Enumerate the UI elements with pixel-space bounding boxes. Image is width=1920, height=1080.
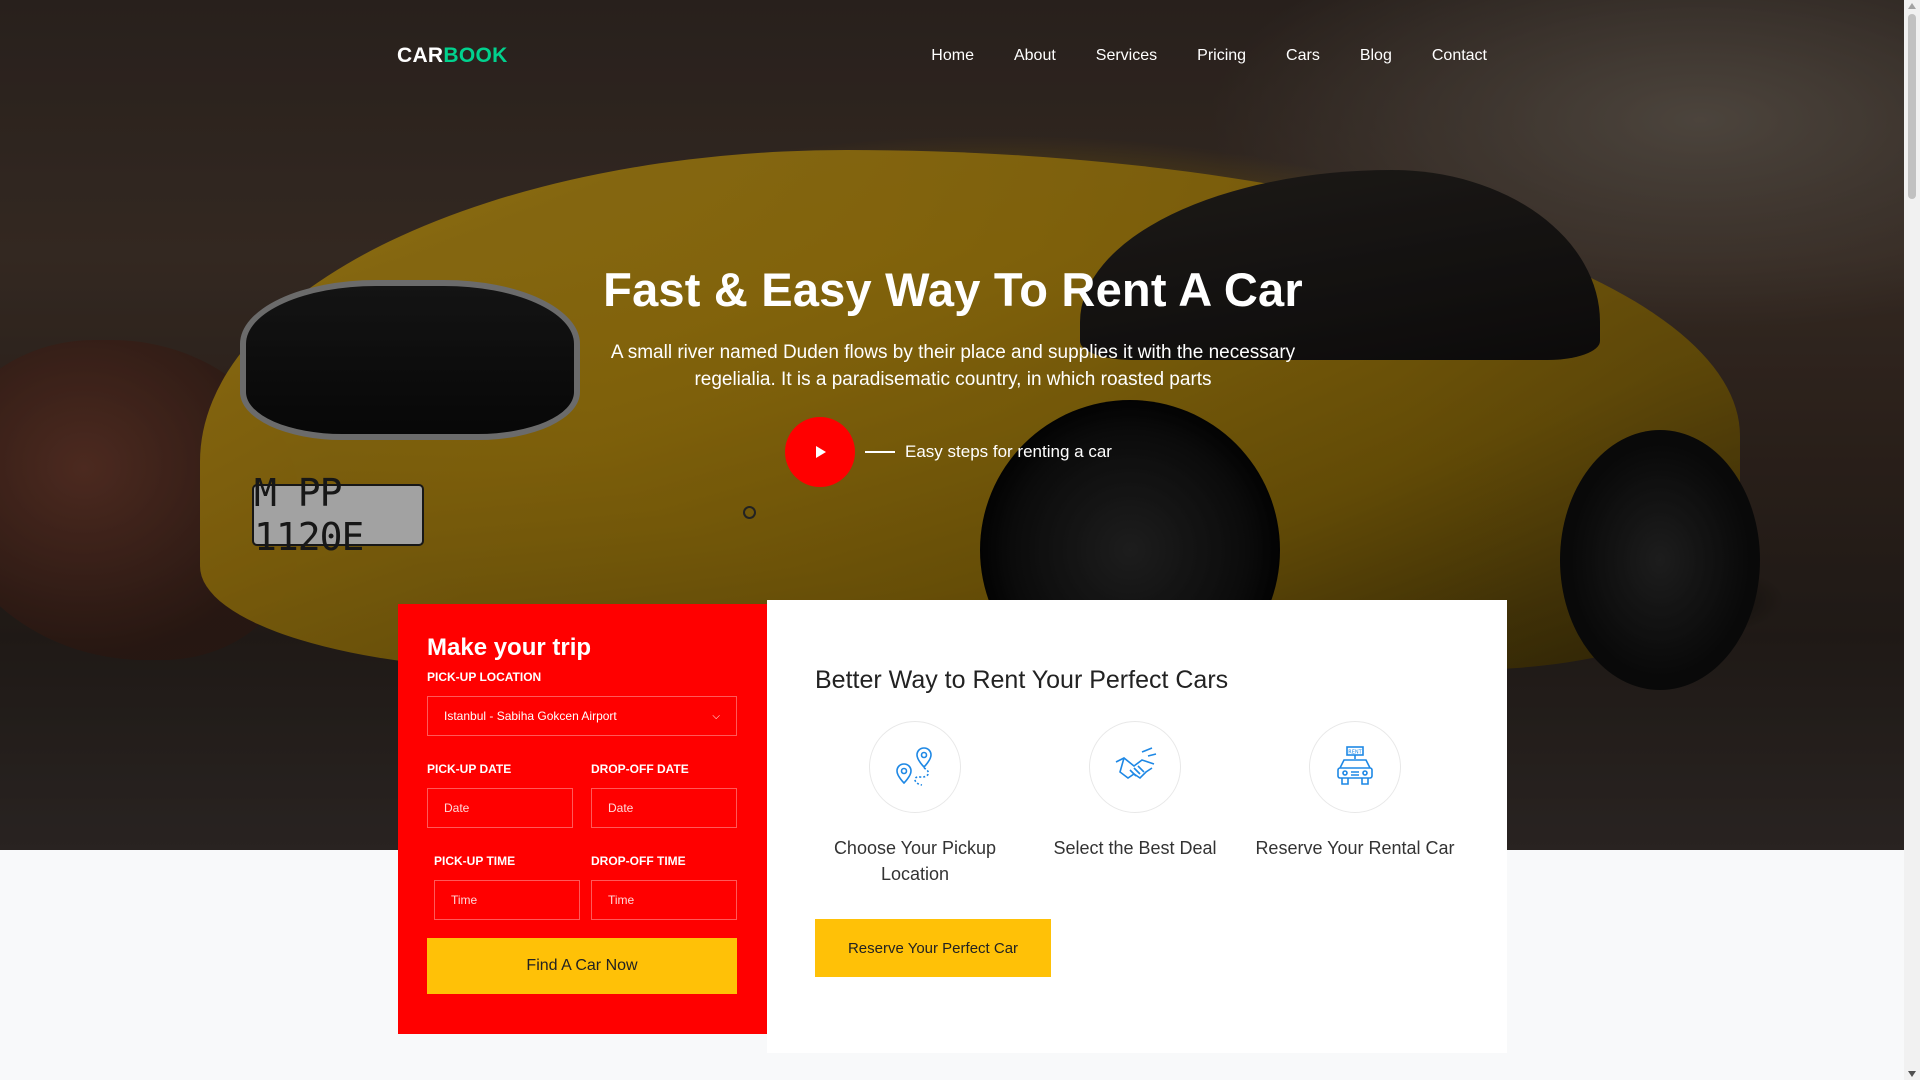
- scroll-up-arrow[interactable]: [1908, 3, 1916, 9]
- scrollbar[interactable]: [1904, 0, 1920, 1080]
- info-title: Better Way to Rent Your Perfect Cars: [815, 666, 1229, 694]
- video-link: Easy steps for renting a car: [785, 417, 1112, 487]
- feature-item: Select the Best Deal: [1035, 721, 1235, 887]
- feature-label: Reserve Your Rental Car: [1255, 838, 1455, 858]
- info-card: Better Way to Rent Your Perfect Cars Cho…: [767, 600, 1507, 1053]
- feature-icon-circle: [869, 721, 961, 813]
- pickup-location-select[interactable]: Istanbul - Sabiha Gokcen Airport ⌵: [427, 696, 737, 736]
- find-car-button[interactable]: Find A Car Now: [427, 938, 737, 994]
- pickup-location-label: PICK-UP LOCATION: [427, 670, 542, 684]
- rent-car-icon: RENT: [1337, 746, 1373, 785]
- feature-icon-circle: RENT: [1309, 721, 1401, 813]
- handshake-icon: [1115, 747, 1157, 780]
- feature-item: Choose Your Pickup Location: [815, 721, 1015, 887]
- trip-form: Make your trip PICK-UP LOCATION Istanbul…: [398, 604, 767, 1034]
- dropoff-time-group: DROP-OFF TIME Time: [591, 846, 737, 920]
- hero-subtitle: A small river named Duden flows by their…: [540, 339, 1366, 393]
- hero-subtitle-line1: A small river named Duden flows by their…: [610, 342, 1296, 363]
- pickup-date-label: PICK-UP DATE: [427, 762, 512, 776]
- date-row: PICK-UP DATE Date DROP-OFF DATE Date: [427, 754, 737, 828]
- feature-label: Choose Your Pickup Location: [833, 838, 997, 884]
- pickup-date-group: PICK-UP DATE Date: [427, 754, 573, 828]
- brand-logo[interactable]: CARBOOK: [397, 44, 508, 68]
- nav-item-services[interactable]: Services: [1096, 47, 1157, 65]
- dropoff-time-label: DROP-OFF TIME: [591, 854, 686, 868]
- dropoff-date-label: DROP-OFF DATE: [591, 762, 689, 776]
- pickup-date-input[interactable]: Date: [427, 788, 573, 828]
- svg-text:RENT: RENT: [1348, 750, 1362, 756]
- pickup-time-label: PICK-UP TIME: [434, 854, 516, 868]
- navbar: CARBOOK Home About Services Pricing Cars…: [397, 40, 1487, 72]
- feature-label: Select the Best Deal: [1053, 838, 1217, 858]
- feature-item: RENT Reserve Your Rental Car: [1255, 721, 1455, 887]
- decorative-dot: [743, 506, 756, 519]
- feature-icon-circle: [1089, 721, 1181, 813]
- video-label[interactable]: Easy steps for renting a car: [905, 442, 1112, 462]
- brand-logo-part1: CAR: [397, 44, 444, 67]
- play-button[interactable]: [785, 417, 855, 487]
- trip-form-title: Make your trip: [427, 634, 592, 661]
- time-row: PICK-UP TIME Time DROP-OFF TIME Time: [427, 846, 737, 920]
- nav-item-about[interactable]: About: [1014, 47, 1056, 65]
- dropoff-date-input[interactable]: Date: [591, 788, 737, 828]
- hero-subtitle-line2: regelialia. It is a paradisematic countr…: [694, 369, 1212, 390]
- pickup-time-input[interactable]: Time: [434, 880, 580, 920]
- feature-list: Choose Your Pickup Location Select the B…: [815, 721, 1455, 887]
- nav-menu: Home About Services Pricing Cars Blog Co…: [931, 47, 1487, 65]
- chevron-down-icon: ⌵: [712, 710, 720, 722]
- location-route-icon: [896, 747, 932, 786]
- pickup-time-group: PICK-UP TIME Time: [434, 846, 580, 920]
- scroll-down-arrow[interactable]: [1908, 1071, 1916, 1077]
- reserve-car-button[interactable]: Reserve Your Perfect Car: [815, 919, 1051, 977]
- dropoff-date-group: DROP-OFF DATE Date: [591, 754, 737, 828]
- hero-text: Fast & Easy Way To Rent A Car A small ri…: [540, 262, 1366, 393]
- dropoff-time-input[interactable]: Time: [591, 880, 737, 920]
- pickup-location-value: Istanbul - Sabiha Gokcen Airport: [444, 709, 617, 723]
- nav-item-blog[interactable]: Blog: [1360, 47, 1392, 65]
- nav-item-cars[interactable]: Cars: [1286, 47, 1320, 65]
- divider-line: [865, 451, 895, 453]
- play-icon: [816, 446, 826, 458]
- hero-title: Fast & Easy Way To Rent A Car: [603, 263, 1303, 316]
- scroll-thumb[interactable]: [1908, 14, 1916, 199]
- nav-item-home[interactable]: Home: [931, 47, 974, 65]
- nav-item-pricing[interactable]: Pricing: [1197, 47, 1246, 65]
- brand-logo-part2: BOOK: [443, 44, 508, 67]
- nav-item-contact[interactable]: Contact: [1432, 47, 1487, 65]
